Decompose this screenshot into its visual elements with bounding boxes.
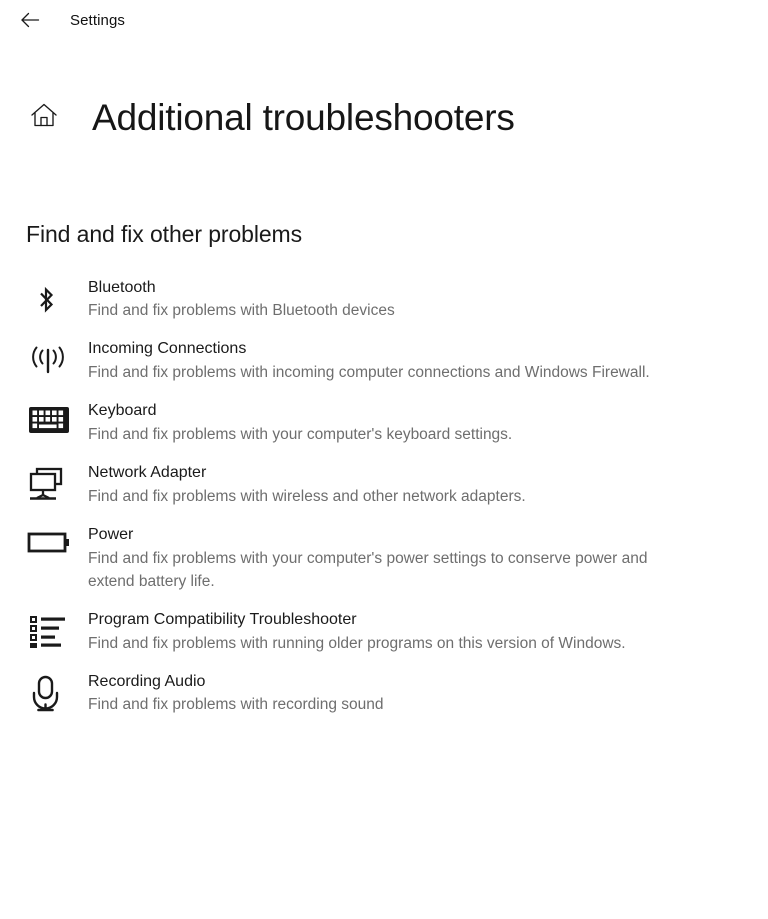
section-heading: Find and fix other problems — [26, 220, 302, 247]
troubleshooter-title: Keyboard — [88, 402, 157, 420]
window-titlebar: Settings — [0, 0, 768, 40]
home-icon — [28, 99, 60, 136]
troubleshooter-text: Keyboard Find and fix problems with your… — [88, 399, 512, 446]
page-header: Additional troubleshooters — [0, 74, 768, 161]
microphone-icon — [26, 670, 78, 716]
troubleshooter-title: Incoming Connections — [88, 340, 247, 358]
troubleshooter-title: Recording Audio — [88, 672, 206, 690]
troubleshooter-text: Power Find and fix problems with your co… — [88, 523, 688, 593]
list-icon — [26, 608, 78, 652]
troubleshooter-description: Find and fix problems with recording sou… — [88, 696, 384, 714]
troubleshooter-text: Incoming Connections Find and fix proble… — [88, 337, 650, 384]
bluetooth-icon — [26, 276, 78, 320]
troubleshooter-description: Find and fix problems with wireless and … — [88, 487, 526, 505]
troubleshooter-title: Program Compatibility Troubleshooter — [88, 611, 357, 629]
app-name-label: Settings — [70, 11, 125, 29]
troubleshooter-title: Bluetooth — [88, 278, 156, 296]
troubleshooter-description: Find and fix problems with your computer… — [88, 425, 513, 443]
troubleshooter-text: Program Compatibility Troubleshooter Fin… — [88, 608, 626, 655]
troubleshooter-description: Find and fix problems with your computer… — [88, 549, 648, 590]
troubleshooter-item-incoming-connections[interactable]: Incoming Connections Find and fix proble… — [26, 337, 726, 384]
troubleshooter-description: Find and fix problems with incoming comp… — [88, 364, 650, 381]
troubleshooter-description: Find and fix problems with Bluetooth dev… — [88, 302, 395, 320]
page-title: Additional troubleshooters — [92, 96, 515, 138]
troubleshooter-item-network-adapter[interactable]: Network Adapter Find and fix problems wi… — [26, 461, 726, 508]
troubleshooter-text: Bluetooth Find and fix problems with Blu… — [88, 276, 395, 323]
troubleshooter-item-recording-audio[interactable]: Recording Audio Find and fix problems wi… — [26, 670, 726, 717]
troubleshooter-list: Bluetooth Find and fix problems with Blu… — [0, 276, 768, 717]
troubleshooter-title: Network Adapter — [88, 464, 207, 482]
troubleshooter-item-power[interactable]: Power Find and fix problems with your co… — [26, 523, 726, 593]
troubleshooter-text: Recording Audio Find and fix problems wi… — [88, 670, 384, 717]
battery-icon — [26, 523, 78, 567]
troubleshooter-description: Find and fix problems with running older… — [88, 634, 626, 652]
incoming-connections-icon — [26, 337, 78, 381]
network-adapter-icon — [26, 461, 78, 507]
troubleshooter-item-program-compatibility[interactable]: Program Compatibility Troubleshooter Fin… — [26, 608, 726, 655]
troubleshooter-text: Network Adapter Find and fix problems wi… — [88, 461, 526, 508]
keyboard-icon — [26, 399, 78, 443]
home-button[interactable] — [26, 99, 62, 135]
troubleshooter-item-keyboard[interactable]: Keyboard Find and fix problems with your… — [26, 399, 726, 446]
troubleshooter-item-bluetooth[interactable]: Bluetooth Find and fix problems with Blu… — [26, 276, 726, 323]
back-button[interactable] — [14, 5, 46, 35]
back-arrow-icon — [18, 8, 42, 32]
troubleshooter-title: Power — [88, 525, 134, 543]
